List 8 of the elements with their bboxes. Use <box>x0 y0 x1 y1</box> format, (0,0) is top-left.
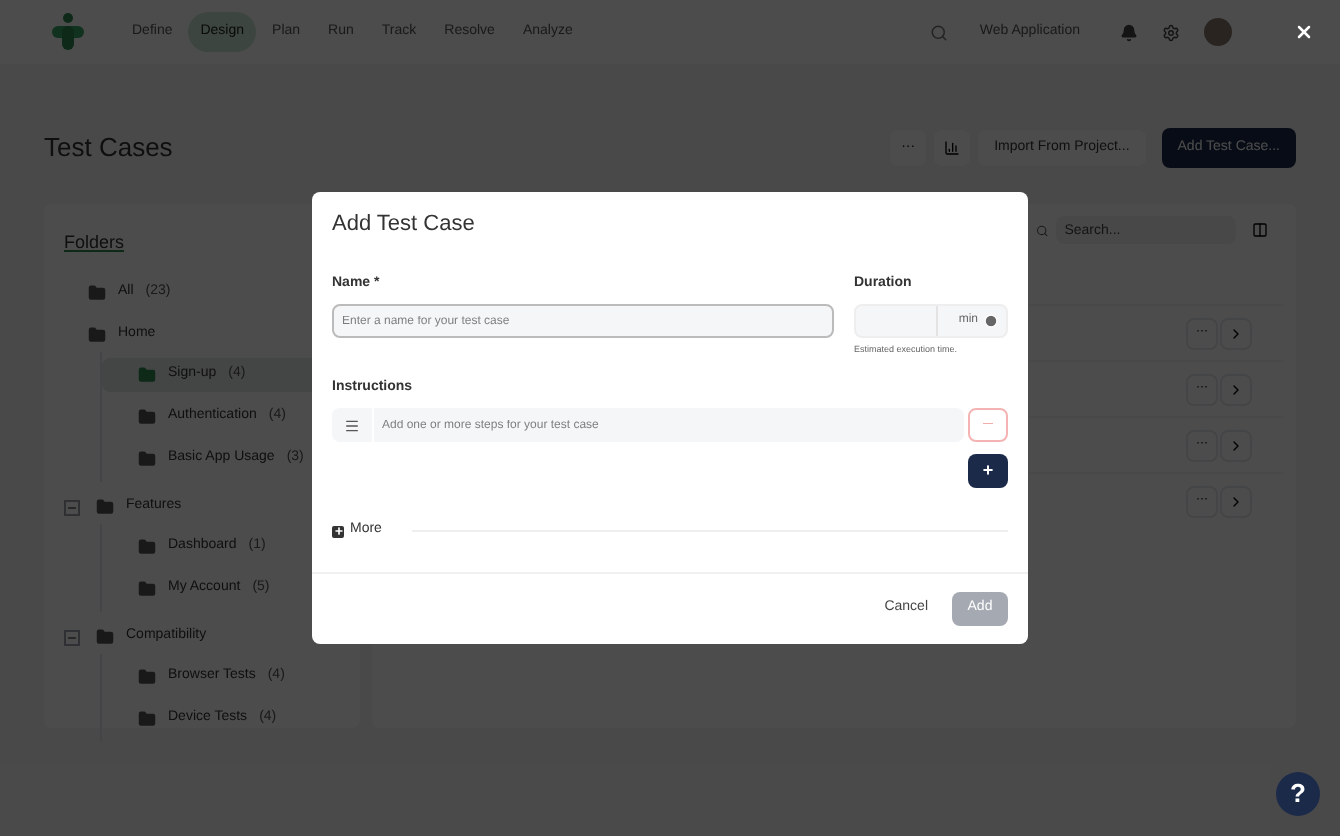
page-title: Test Cases <box>44 130 175 167</box>
close-icon[interactable] <box>1294 22 1314 42</box>
drag-handle[interactable] <box>332 408 372 443</box>
drag-handle-icon[interactable] <box>344 417 360 434</box>
dialog-title: Add Test Case <box>332 210 477 240</box>
folders-title: Folders <box>64 232 125 252</box>
add-step-button[interactable]: + <box>968 454 1008 489</box>
plus-square-icon[interactable] <box>332 525 344 537</box>
